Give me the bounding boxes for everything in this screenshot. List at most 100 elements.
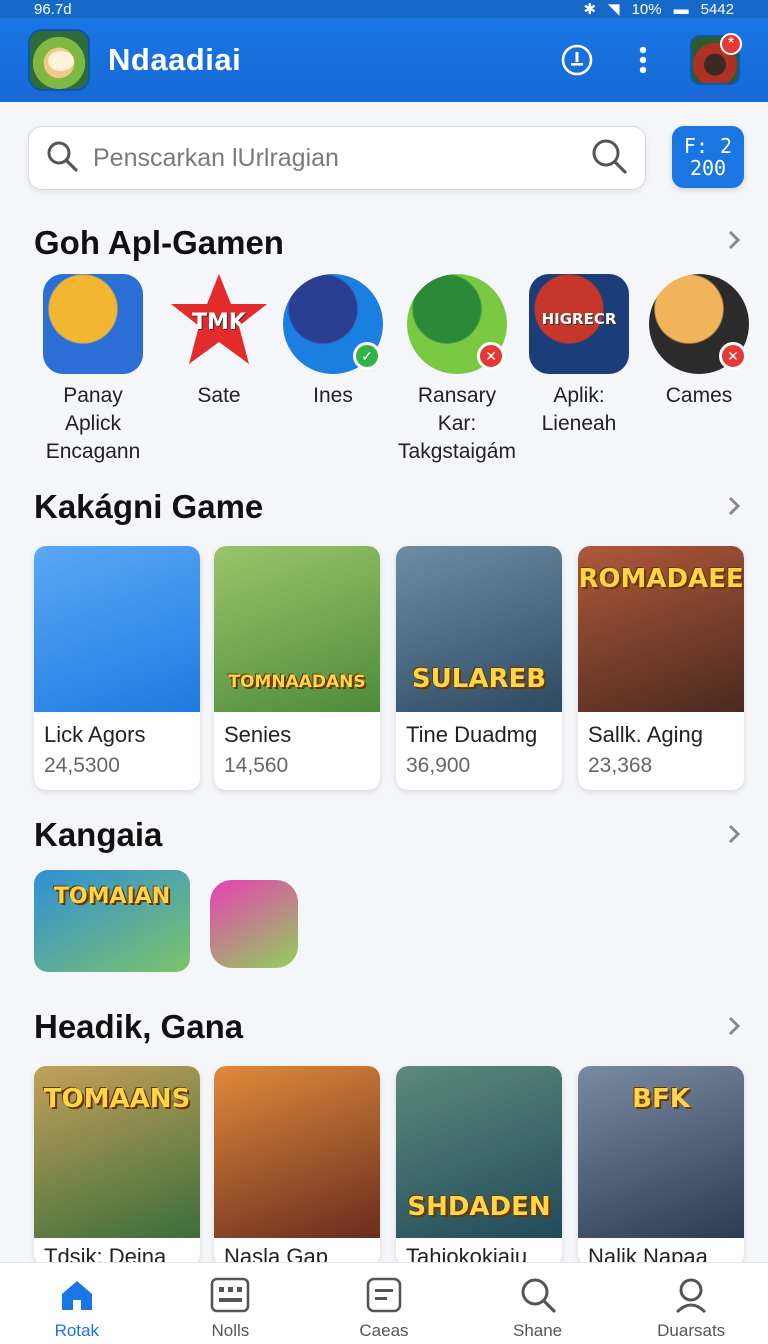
- battery-text: 10%: [631, 0, 662, 18]
- game-card[interactable]: Nasla Gap: [214, 1066, 380, 1266]
- star-badge-icon: TMK: [171, 274, 267, 364]
- game-thumbnail: BFK: [578, 1066, 744, 1238]
- game-thumbnail: [34, 546, 200, 712]
- game-card[interactable]: TOMNAADANS Senies 14,560: [214, 546, 380, 790]
- game-thumbnail: SULAREB: [396, 546, 562, 712]
- gamepad-icon[interactable]: [210, 880, 298, 968]
- categories-icon: [364, 1275, 404, 1315]
- app-item[interactable]: Panay Aplick Encagann: [34, 274, 152, 466]
- app-tile-text: TMK: [192, 310, 246, 335]
- status-left-text: 96.7d: [34, 0, 72, 18]
- thumbnail-title: TOMAANS: [43, 1084, 191, 1114]
- app-bar: Ndaadiai *: [0, 18, 768, 102]
- battery-icon: ▬: [673, 0, 689, 18]
- app-title: Ndaadiai: [108, 42, 242, 77]
- game-thumbnail: ROMADAEE: [578, 546, 744, 712]
- section-title: Goh Apl-Gamen: [34, 224, 284, 261]
- game-thumbnail: TOMAANS: [34, 1066, 200, 1238]
- info-icon[interactable]: [558, 41, 596, 79]
- download-count: 14,560: [224, 754, 289, 777]
- app-name-line2: Encagann: [45, 440, 141, 463]
- app-tile-text: HIGRECR: [541, 310, 617, 328]
- game-thumbnail: [214, 1066, 380, 1238]
- thumbnail-title: TOMNAADANS: [228, 672, 366, 692]
- nav-label: Caeas: [359, 1321, 409, 1340]
- status-time: 5442: [700, 0, 734, 18]
- gamepad-icon: [43, 274, 143, 374]
- app-name: Aplik:: [553, 384, 605, 407]
- thumbnail-title: BFK: [632, 1084, 690, 1114]
- game-card[interactable]: SHDADEN Tahiokokiaiu: [396, 1066, 562, 1266]
- avatar[interactable]: *: [690, 33, 742, 85]
- tile-title: TOMAIAN: [53, 884, 171, 909]
- hamster-logo-icon[interactable]: [28, 29, 90, 91]
- game-card[interactable]: ROMADAEE Sallk. Aging 23,368: [578, 546, 744, 790]
- more-vert-icon[interactable]: [624, 41, 662, 79]
- game-thumbnail: TOMNAADANS: [214, 546, 380, 712]
- section-title: Kangaia: [34, 816, 163, 853]
- home-icon: [57, 1275, 97, 1315]
- nav-label: Duarsats: [657, 1321, 726, 1340]
- nav-label: Shane: [512, 1321, 563, 1340]
- app-status-badge: ✕: [719, 342, 747, 370]
- download-count: 36,900: [406, 754, 471, 777]
- app-name-line2: Takgstaigám: [398, 440, 516, 463]
- status-bar: 96.7d ✱ ◥ 10% ▬ 5442: [0, 0, 768, 18]
- nav-item-duarsats[interactable]: Duarsats: [614, 1263, 768, 1344]
- game-title: Tine Duadmg: [406, 722, 538, 747]
- app-item[interactable]: ✕ Ransary Kar: Takgstaigám: [398, 274, 516, 466]
- game-title: Lick Agors: [44, 722, 146, 747]
- scan-line-2: 200: [689, 156, 727, 180]
- scan-button[interactable]: F: 2 200: [672, 126, 744, 188]
- app-name: Cames: [665, 384, 733, 407]
- section-title: Headik, Gana: [34, 1008, 244, 1045]
- game-card[interactable]: TOMAANS Tdsik: Deina: [34, 1066, 200, 1266]
- search-input[interactable]: [93, 143, 589, 173]
- game-card[interactable]: SULAREB Tine Duadmg 36,900: [396, 546, 562, 790]
- app-name-line2: Lieneah: [541, 412, 617, 435]
- download-count: 23,368: [588, 754, 653, 777]
- bluetooth-icon: ✱: [583, 1, 597, 18]
- nav-item-caeas[interactable]: Caeas: [307, 1263, 461, 1344]
- game-card[interactable]: BFK Nalik Napaa: [578, 1066, 744, 1266]
- search-bar[interactable]: [28, 126, 646, 190]
- app-status-badge: ✕: [477, 342, 505, 370]
- app-item[interactable]: HIGRECR Aplik: Lieneah: [520, 274, 638, 438]
- app-item[interactable]: ✕ Cames: [640, 274, 758, 410]
- section-title: Kakágni Game: [34, 488, 264, 525]
- nav-label: Rotak: [54, 1321, 99, 1340]
- send-icon: ✓: [283, 274, 383, 374]
- wifi-icon: ◥: [608, 1, 620, 18]
- chevron-right-icon[interactable]: [722, 228, 746, 252]
- app-name: Ines: [313, 384, 353, 407]
- game-card[interactable]: Lick Agors 24,5300: [34, 546, 200, 790]
- bottom-nav: Rotak Nolls Caeas Shane Duarsats: [0, 1262, 768, 1344]
- notification-badge: *: [720, 33, 742, 55]
- dino-icon: ✕: [407, 274, 507, 374]
- hamster-icon: ✕: [649, 274, 749, 374]
- app-name: Panay Aplick: [63, 384, 123, 435]
- nav-item-nolls[interactable]: Nolls: [154, 1263, 308, 1344]
- chevron-right-icon[interactable]: [722, 1014, 746, 1038]
- heroes-icon: HIGRECR: [529, 274, 629, 374]
- search-icon: [518, 1275, 558, 1315]
- nav-item-shane[interactable]: Shane: [461, 1263, 615, 1344]
- game-title: Senies: [224, 722, 292, 747]
- nav-label: Nolls: [211, 1321, 250, 1340]
- chevron-right-icon[interactable]: [722, 494, 746, 518]
- app-status-badge: ✓: [353, 342, 381, 370]
- game-thumbnail: SHDADEN: [396, 1066, 562, 1238]
- search-submit-icon[interactable]: [589, 136, 629, 181]
- game-tile[interactable]: TOMAIAN: [34, 870, 190, 972]
- app-item[interactable]: TMK Sate: [160, 274, 278, 410]
- thumbnail-title: SHDADEN: [407, 1192, 551, 1222]
- app-item[interactable]: ✓ Ines: [274, 274, 392, 410]
- apps-grid-icon: [210, 1275, 250, 1315]
- search-icon: [45, 139, 79, 178]
- scan-line-1: F: 2: [683, 134, 733, 158]
- account-icon: [671, 1275, 711, 1315]
- app-bar-actions: *: [558, 33, 742, 85]
- chevron-right-icon[interactable]: [722, 822, 746, 846]
- nav-item-rotak[interactable]: Rotak: [0, 1263, 154, 1344]
- app-name: Ransary Kar:: [417, 384, 497, 435]
